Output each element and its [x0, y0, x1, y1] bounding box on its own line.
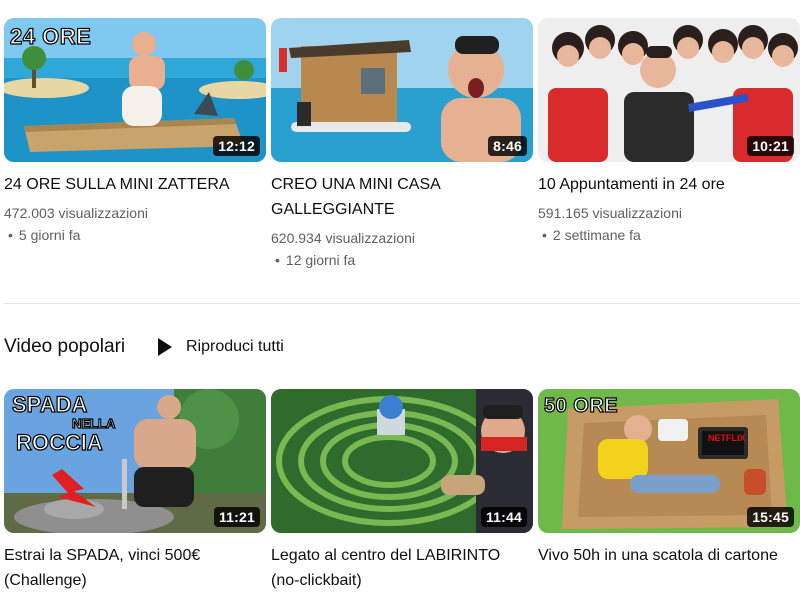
video-meta: 591.165 visualizzazioni • 2 settimane fa: [538, 202, 800, 246]
video-title[interactable]: Estrai la SPADA, vinci 500€ (Challenge): [4, 543, 266, 593]
video-title[interactable]: 10 Appuntamenti in 24 ore: [538, 172, 800, 197]
caption-line: SPADA: [11, 392, 88, 417]
video-thumbnail[interactable]: 10:21: [538, 18, 800, 162]
video-card[interactable]: 24 ORE 12:12 24 ORE SULLA MINI ZATTERA 4…: [4, 18, 266, 246]
view-count: 620.934 visualizzazioni: [271, 230, 415, 246]
video-meta: 620.934 visualizzazioni • 12 giorni fa: [271, 227, 533, 271]
upload-age: 2 settimane fa: [552, 227, 641, 243]
caption-line: ROCCIA: [15, 430, 103, 455]
video-thumbnail[interactable]: 11:44: [271, 389, 533, 533]
video-duration: 12:12: [213, 136, 260, 156]
video-duration: 8:46: [488, 136, 527, 156]
video-card[interactable]: 50 ORE NETFLIX 15:45 Vivo 50h in una sca…: [538, 389, 800, 568]
video-title[interactable]: Legato al centro del LABIRINTO (no-click…: [271, 543, 533, 593]
upload-age: 5 giorni fa: [18, 227, 81, 243]
section-divider: [4, 303, 800, 304]
separator-dot: •: [275, 252, 280, 268]
video-title[interactable]: CREO UNA MINI CASA GALLEGGIANTE: [271, 172, 533, 222]
view-count: 472.003 visualizzazioni: [4, 205, 148, 221]
thumbnail-badge: 50 ORE: [543, 394, 619, 417]
play-all-button[interactable]: Riproduci tutti: [158, 330, 284, 364]
section-title: Video popolari: [4, 336, 126, 357]
video-duration: 11:21: [213, 507, 260, 527]
netflix-logo: NETFLIX: [708, 433, 746, 443]
video-duration: 11:44: [480, 507, 527, 527]
video-title[interactable]: 24 ORE SULLA MINI ZATTERA: [4, 172, 266, 197]
video-thumbnail[interactable]: 8:46: [271, 18, 533, 162]
video-meta: 472.003 visualizzazioni • 5 giorni fa: [4, 202, 266, 246]
separator-dot: •: [542, 227, 547, 243]
video-card[interactable]: 8:46 CREO UNA MINI CASA GALLEGGIANTE 620…: [271, 18, 533, 271]
video-thumbnail[interactable]: 24 ORE 12:12: [4, 18, 266, 162]
view-count: 591.165 visualizzazioni: [538, 205, 682, 221]
thumbnail-badge: 24 ORE: [9, 23, 92, 49]
video-duration: 15:45: [747, 507, 794, 527]
thumbnail-caption: SPADA NELLA ROCCIA: [11, 392, 116, 455]
video-thumbnail[interactable]: SPADA NELLA ROCCIA 11:21: [4, 389, 266, 533]
video-card[interactable]: 10:21 10 Appuntamenti in 24 ore 591.165 …: [538, 18, 800, 246]
play-icon: [158, 338, 172, 356]
separator-dot: •: [8, 227, 13, 243]
video-thumbnail[interactable]: 50 ORE NETFLIX 15:45: [538, 389, 800, 533]
video-duration: 10:21: [747, 136, 794, 156]
upload-age: 12 giorni fa: [285, 252, 356, 268]
video-card[interactable]: 11:44 Legato al centro del LABIRINTO (no…: [271, 389, 533, 593]
caption-line: NELLA: [71, 416, 116, 431]
video-card[interactable]: SPADA NELLA ROCCIA 11:21 Estrai la SPADA…: [4, 389, 266, 593]
play-all-label: Riproduci tutti: [186, 338, 284, 355]
video-title[interactable]: Vivo 50h in una scatola di cartone: [538, 543, 800, 568]
